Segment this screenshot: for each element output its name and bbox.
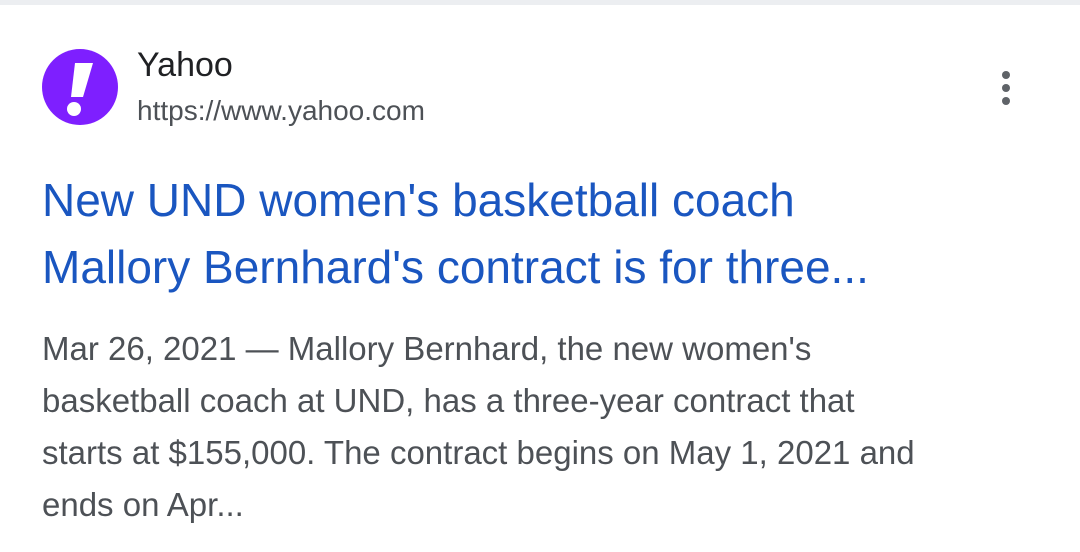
result-title-line: Mallory Bernhard's contract is for three… — [42, 241, 869, 293]
more-options-button[interactable] — [986, 63, 1026, 113]
more-vert-icon — [1002, 97, 1010, 105]
snippet-line: ends on Apr... — [42, 486, 244, 523]
more-vert-icon — [1002, 71, 1010, 79]
result-title-link[interactable]: New UND women's basketball coach Mallory… — [42, 167, 1042, 301]
site-name[interactable]: Yahoo — [137, 45, 233, 85]
more-vert-icon — [1002, 84, 1010, 92]
site-url[interactable]: https://www.yahoo.com — [137, 95, 425, 127]
yahoo-logo-icon[interactable] — [42, 49, 118, 125]
snippet-line: Mar 26, 2021 — Mallory Bernhard, the new… — [42, 330, 812, 367]
snippet-line: starts at $155,000. The contract begins … — [42, 434, 915, 471]
search-result-card: Yahoo https://www.yahoo.com New UND wome… — [0, 5, 1080, 552]
result-title-line: New UND women's basketball coach — [42, 174, 795, 226]
snippet-line: basketball coach at UND, has a three-yea… — [42, 382, 855, 419]
result-snippet: Mar 26, 2021 — Mallory Bernhard, the new… — [42, 323, 1052, 531]
